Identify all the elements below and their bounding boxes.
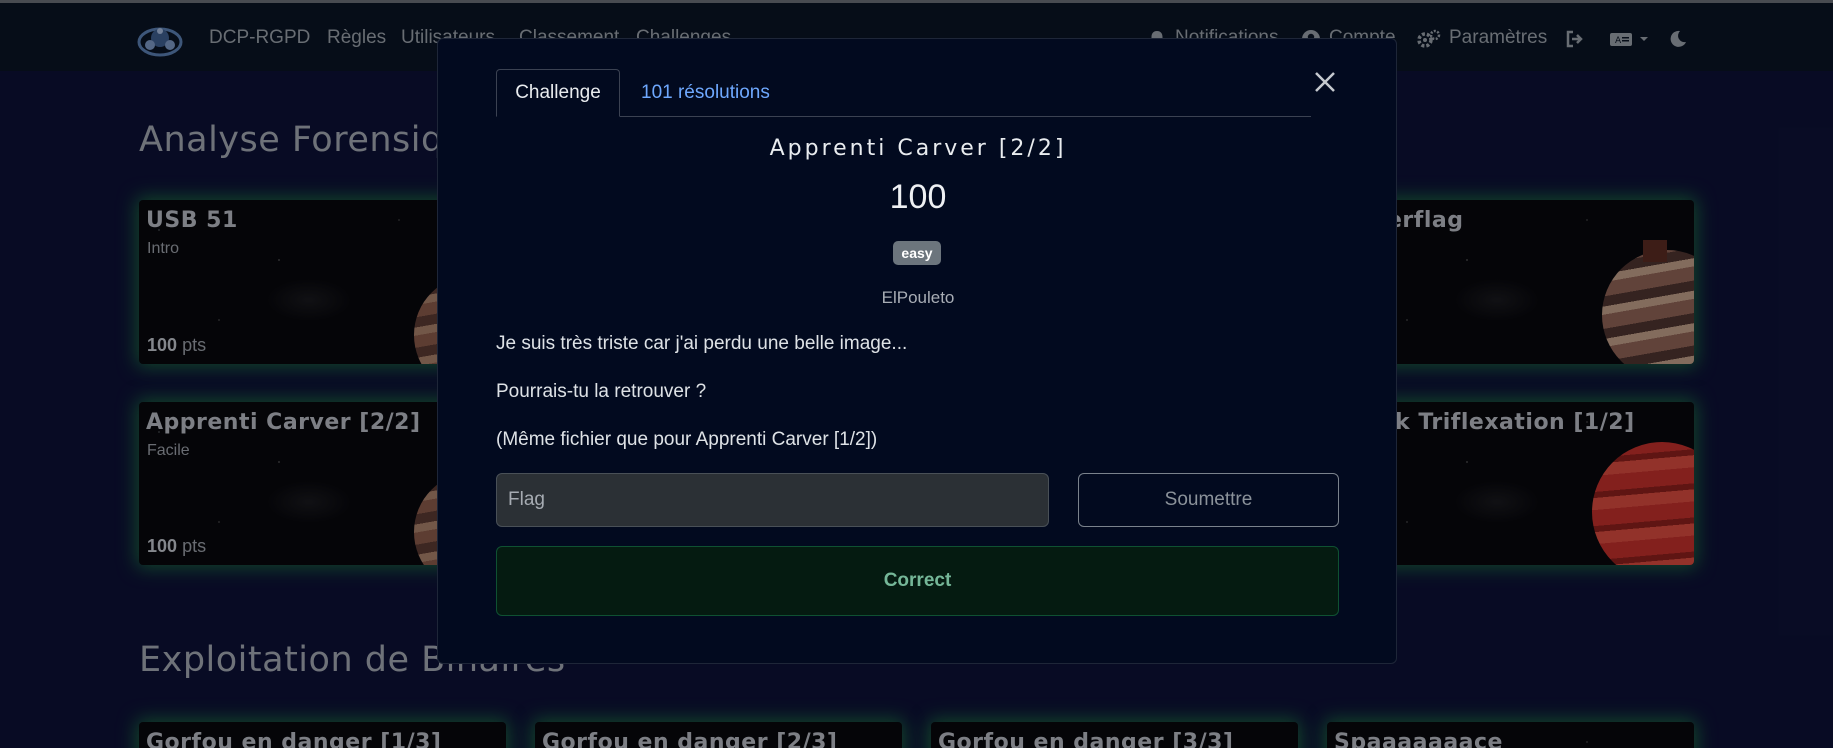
challenge-value: 100	[889, 178, 947, 216]
challenge-author: ElPouleto	[881, 288, 955, 307]
challenge-name: Apprenti Carver [2/2]	[769, 136, 1067, 161]
submit-button[interactable]: Soumettre	[1078, 473, 1339, 527]
challenge-modal: Challenge 101 résolutions Apprenti Carve…	[437, 38, 1397, 664]
close-icon[interactable]	[1310, 67, 1340, 97]
description-line: Je suis très triste car j'ai perdu une b…	[496, 333, 908, 354]
tab-challenge[interactable]: Challenge	[496, 69, 620, 117]
tab-solves[interactable]: 101 résolutions	[641, 82, 770, 104]
description-line: (Même fichier que pour Apprenti Carver […	[496, 429, 878, 450]
description-line: Pourrais-tu la retrouver ?	[496, 381, 707, 402]
difficulty-badge: easy	[893, 241, 941, 265]
flag-input[interactable]	[496, 473, 1049, 527]
result-alert: Correct	[496, 546, 1339, 616]
